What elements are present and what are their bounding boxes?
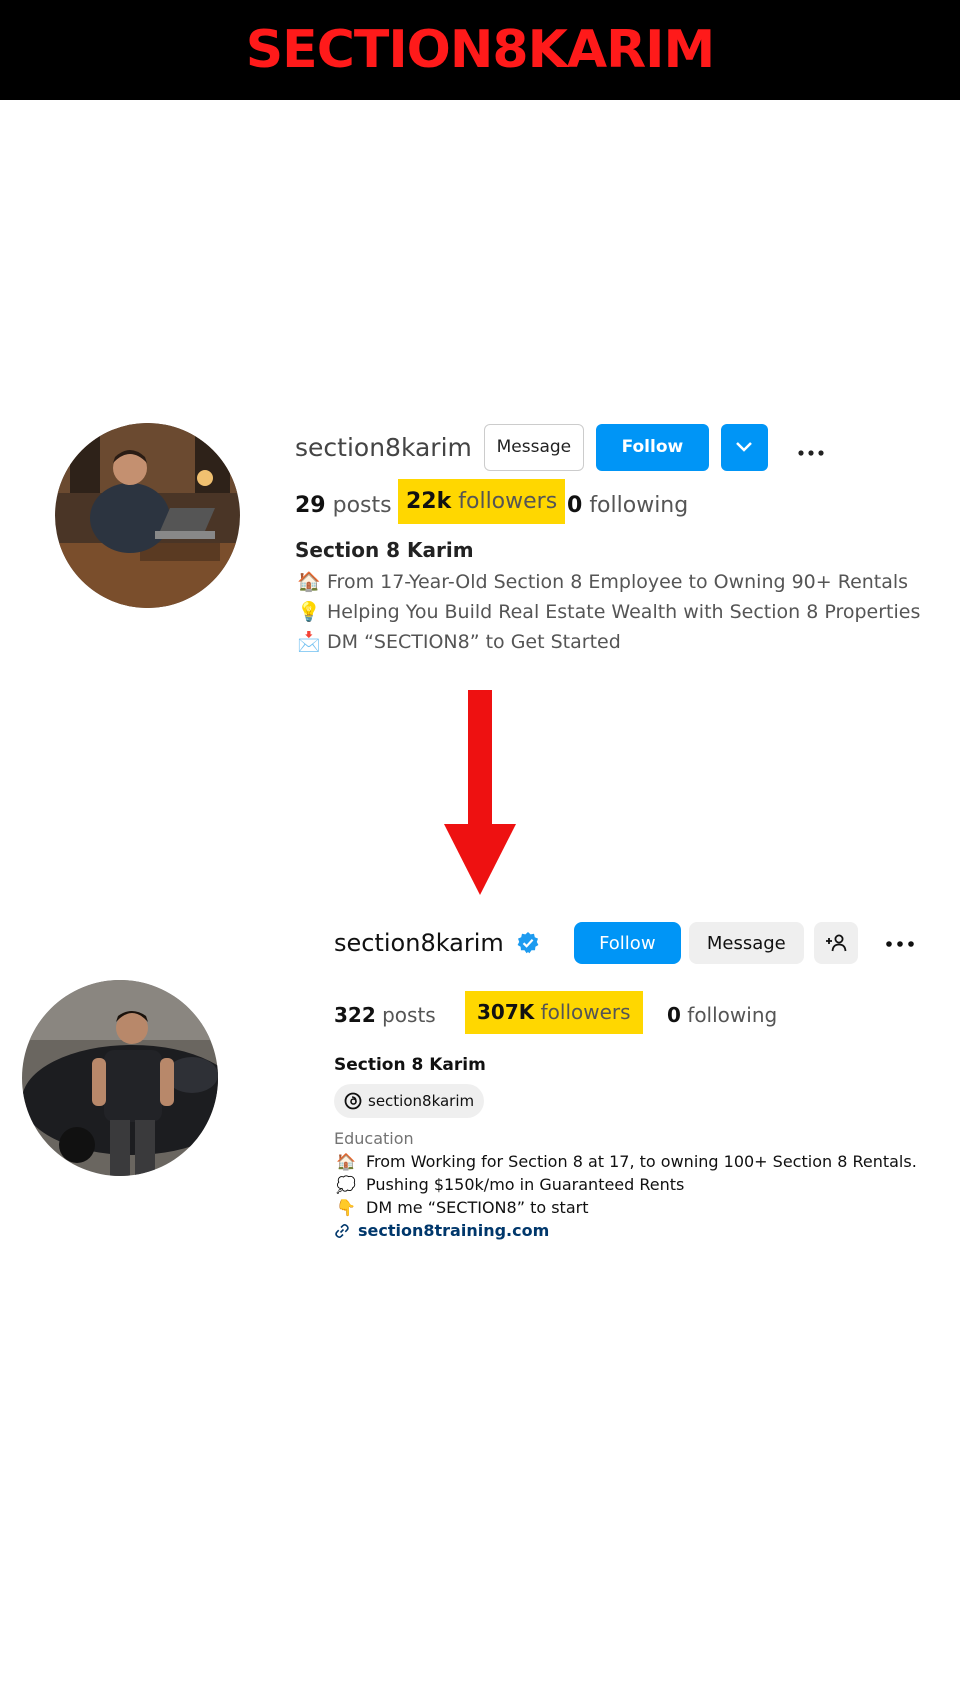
lightbulb-emoji-icon: 💡 (297, 601, 321, 623)
new-following-count: 0 (667, 1003, 681, 1027)
new-bio-line-1: 🏠 From Working for Section 8 at 17, to o… (336, 1152, 917, 1171)
new-profile-link[interactable]: section8training.com (334, 1221, 549, 1240)
new-bio-text-2: Pushing $150k/mo in Guaranteed Rents (366, 1175, 685, 1194)
old-posts-count: 29 (295, 493, 326, 518)
old-message-label: Message (496, 437, 572, 457)
new-profile-avatar[interactable] (22, 980, 218, 1176)
old-display-name-text: Section 8 Karim (295, 538, 474, 562)
old-profile-avatar[interactable] (55, 423, 240, 608)
thought-bubble-emoji-icon: 💭 (336, 1175, 356, 1194)
title-banner: SECTION8KARIM (0, 0, 960, 100)
new-follow-button[interactable]: Follow (573, 922, 681, 964)
new-message-label: Message (706, 932, 786, 954)
old-following-stat[interactable]: 0 following (567, 489, 688, 523)
house-emoji-icon: 🏠 (336, 1152, 356, 1171)
new-bio-line-3: 👇 DM me “SECTION8” to start (336, 1198, 588, 1217)
new-profile-link-text[interactable]: section8training.com (358, 1221, 549, 1240)
new-message-button[interactable]: Message (688, 922, 804, 964)
envelope-emoji-icon: 📩 (297, 631, 321, 653)
new-display-name: Section 8 Karim (334, 1055, 486, 1075)
old-following-label: following (589, 493, 689, 518)
old-followers-label: followers (458, 489, 558, 514)
new-posts-count: 322 (334, 1003, 376, 1027)
old-profile-header: section8karim Message Follow (295, 423, 824, 471)
old-following-count: 0 (567, 493, 583, 518)
pointing-down-emoji-icon: 👇 (336, 1198, 356, 1217)
old-display-name: Section 8 Karim (295, 538, 474, 562)
new-followers-stat[interactable]: 307K followers (465, 991, 643, 1034)
chevron-down-icon (736, 442, 753, 452)
old-follow-label: Follow (621, 437, 684, 457)
old-suggested-dropdown-button[interactable] (720, 423, 768, 471)
new-following-label: following (687, 1003, 778, 1027)
old-username: section8karim (295, 432, 472, 462)
new-username: section8karim (334, 929, 504, 957)
new-more-options-icon[interactable] (886, 934, 914, 952)
threads-badge[interactable]: section8karim (334, 1084, 485, 1118)
link-icon (335, 1223, 349, 1238)
threads-handle: section8karim (368, 1092, 475, 1110)
old-follow-button[interactable]: Follow (595, 423, 709, 471)
old-bio-text-3: DM “SECTION8” to Get Started (327, 630, 621, 653)
old-bio-text-2: Helping You Build Real Estate Wealth wit… (327, 600, 921, 623)
old-bio-line-3: 📩 DM “SECTION8” to Get Started (297, 630, 621, 654)
new-posts-stat[interactable]: 322 posts (334, 1000, 436, 1030)
down-arrow-icon (444, 690, 516, 895)
new-bio-text-3: DM me “SECTION8” to start (366, 1198, 589, 1217)
old-posts-label: posts (332, 493, 392, 518)
new-follow-label: Follow (599, 932, 656, 954)
new-add-user-button[interactable] (813, 922, 858, 964)
house-emoji-icon: 🏠 (297, 571, 321, 593)
new-following-stat[interactable]: 0 following (667, 1000, 777, 1030)
old-more-options-icon[interactable] (798, 434, 824, 460)
old-message-button[interactable]: Message (483, 423, 584, 471)
banner-title: SECTION8KARIM (245, 20, 716, 80)
old-bio-line-2: 💡 Helping You Build Real Estate Wealth w… (297, 600, 921, 624)
old-posts-stat[interactable]: 29 posts (295, 489, 392, 523)
old-followers-count: 22k (406, 489, 452, 514)
new-display-name-text: Section 8 Karim (334, 1055, 486, 1075)
old-followers-stat[interactable]: 22k followers (398, 479, 566, 524)
new-posts-label: posts (382, 1003, 436, 1027)
new-bio-text-1: From Working for Section 8 at 17, to own… (366, 1152, 917, 1171)
add-user-icon (825, 934, 847, 952)
new-followers-label: followers (540, 1000, 631, 1024)
new-followers-count: 307K (477, 1000, 535, 1024)
new-bio-line-2: 💭 Pushing $150k/mo in Guaranteed Rents (336, 1175, 684, 1194)
verified-badge-icon (517, 932, 539, 954)
new-profile-header: section8karim Follow Message (334, 922, 914, 964)
threads-icon (344, 1092, 362, 1110)
new-category: Education (334, 1129, 414, 1148)
new-category-text: Education (334, 1129, 414, 1148)
old-bio-line-1: 🏠 From 17-Year-Old Section 8 Employee to… (297, 570, 909, 594)
old-bio-text-1: From 17-Year-Old Section 8 Employee to O… (327, 570, 909, 593)
